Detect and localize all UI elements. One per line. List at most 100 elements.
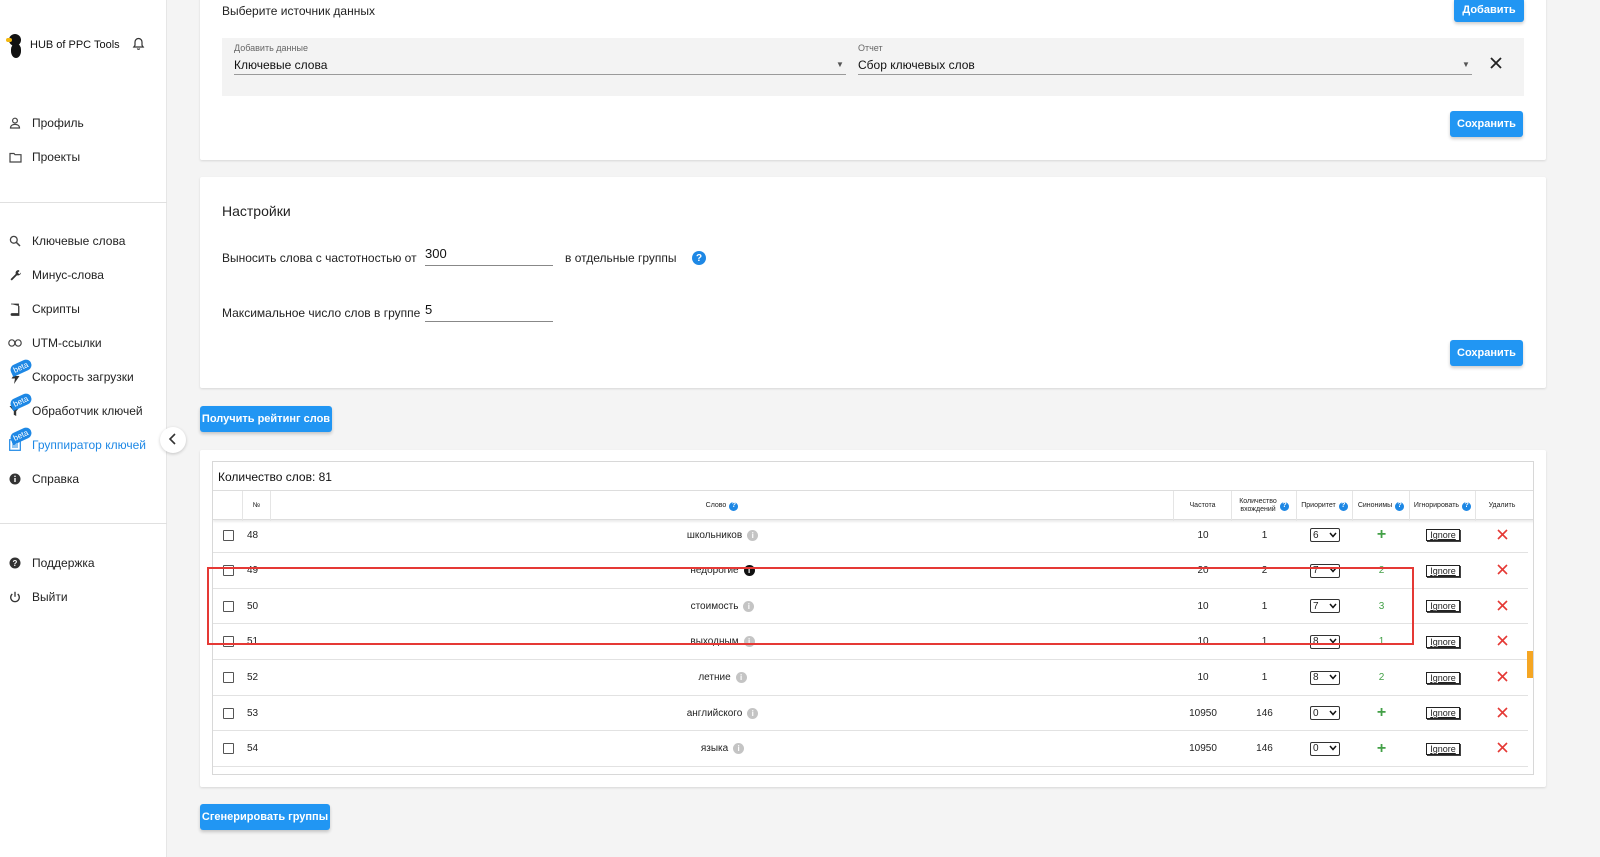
info-icon[interactable]: i <box>747 707 759 719</box>
info-icon[interactable]: i <box>743 600 755 612</box>
info-icon[interactable]: i <box>743 636 755 648</box>
nav-bottom-item-1[interactable]: Выйти <box>0 580 167 614</box>
generate-groups-button[interactable]: Сгенерировать группы <box>200 804 330 830</box>
row-checkbox[interactable] <box>222 707 234 719</box>
nav-tool-item-1[interactable]: Минус-слова <box>0 258 167 292</box>
row-synonyms[interactable]: 2 <box>1353 660 1410 695</box>
help-icon[interactable]: ? <box>1462 501 1472 511</box>
nav-tool-item-0[interactable]: Ключевые слова <box>0 224 167 258</box>
row-synonyms[interactable]: + <box>1353 518 1410 553</box>
row-checkbox[interactable] <box>222 636 234 648</box>
delete-icon[interactable] <box>1496 740 1508 757</box>
priority-select[interactable]: 7 <box>1310 599 1340 614</box>
add-button[interactable]: Добавить <box>1454 0 1524 22</box>
synonym-count[interactable]: 3 <box>1379 601 1385 612</box>
row-checkbox[interactable] <box>222 600 234 612</box>
delete-icon[interactable] <box>1496 633 1508 650</box>
ignore-button[interactable]: Ignore <box>1426 564 1460 577</box>
add-synonym-icon[interactable]: + <box>1377 704 1386 722</box>
header-priority[interactable]: Приоритет? <box>1297 491 1353 521</box>
header-num: № <box>243 491 271 521</box>
help-icon[interactable]: ? <box>692 251 706 265</box>
scrollbar-thumb[interactable] <box>1527 651 1533 678</box>
row-checkbox[interactable] <box>222 743 234 755</box>
delete-icon[interactable] <box>1496 598 1508 615</box>
nav-item-label: Скорость загрузки <box>32 370 134 384</box>
brand[interactable]: HUB of PPC Tools <box>6 32 145 58</box>
row-synonyms[interactable]: 2 <box>1353 553 1410 588</box>
nav-tool-item-5[interactable]: Обработчик ключей beta <box>0 391 167 428</box>
max-words-input[interactable]: 5 <box>425 302 553 322</box>
ignore-button[interactable]: Ignore <box>1426 742 1460 755</box>
info-icon[interactable]: i <box>747 529 759 541</box>
priority-select[interactable]: 8 <box>1310 670 1340 685</box>
row-priority-cell: 8 <box>1297 660 1353 695</box>
synonym-count[interactable]: 1 <box>1379 636 1385 647</box>
ignore-button[interactable]: Ignore <box>1426 671 1460 684</box>
penguin-logo-icon <box>6 32 24 58</box>
bell-icon[interactable] <box>132 37 145 54</box>
help-icon[interactable]: ? <box>1338 501 1348 511</box>
nav-top-item-0[interactable]: Профиль <box>0 106 167 140</box>
row-checkbox[interactable] <box>222 672 234 683</box>
priority-select[interactable]: 0 <box>1310 706 1340 721</box>
priority-select[interactable]: 0 <box>1310 741 1340 756</box>
add-synonym-icon[interactable]: + <box>1377 740 1386 758</box>
svg-text:?: ? <box>13 559 18 568</box>
get-rating-button[interactable]: Получить рейтинг слов <box>200 406 332 432</box>
caret-down-icon[interactable]: ▼ <box>836 60 844 69</box>
save-settings-button[interactable]: Сохранить <box>1450 340 1523 366</box>
freq-input[interactable]: 300 <box>425 246 553 266</box>
row-checkbox[interactable] <box>222 529 234 541</box>
synonym-count[interactable]: 2 <box>1379 565 1385 576</box>
row-synonyms[interactable]: + <box>1353 696 1410 731</box>
info-icon[interactable]: i <box>735 672 747 683</box>
report-select-value[interactable]: Сбор ключевых слов <box>858 58 975 72</box>
help-icon[interactable]: ? <box>729 501 739 511</box>
row-priority-cell: 0 <box>1297 731 1353 766</box>
help-icon[interactable]: ? <box>1280 501 1289 511</box>
priority-select[interactable]: 7 <box>1310 563 1340 578</box>
ignore-button[interactable]: Ignore <box>1426 600 1460 613</box>
save-source-button[interactable]: Сохранить <box>1450 111 1523 137</box>
row-word: школьников i <box>271 518 1174 553</box>
synonym-count[interactable]: 2 <box>1379 672 1385 683</box>
delete-icon[interactable] <box>1496 669 1508 686</box>
row-number: 49 <box>247 565 259 577</box>
header-word[interactable]: Слово? <box>271 491 1174 521</box>
info-icon[interactable]: i <box>743 565 755 577</box>
header-synonyms[interactable]: Синонимы? <box>1353 491 1410 521</box>
priority-select[interactable]: 8 <box>1310 634 1340 649</box>
row-synonyms[interactable]: 1 <box>1353 624 1410 659</box>
close-icon[interactable] <box>1490 56 1502 74</box>
nav-tool-item-3[interactable]: UTM-ссылки <box>0 326 167 360</box>
priority-value: 6 <box>1313 529 1319 541</box>
header-ignore-label: Игнорировать <box>1413 502 1460 509</box>
header-freq[interactable]: Частота <box>1174 491 1232 521</box>
row-checkbox[interactable] <box>222 565 234 577</box>
ignore-button[interactable]: Ignore <box>1426 635 1460 648</box>
delete-icon[interactable] <box>1496 705 1508 722</box>
add-synonym-icon[interactable]: + <box>1377 526 1386 544</box>
delete-icon[interactable] <box>1496 527 1508 544</box>
help-icon[interactable]: ? <box>1395 501 1405 511</box>
caret-down-icon[interactable]: ▼ <box>1462 60 1470 69</box>
info-icon[interactable]: i <box>733 743 745 755</box>
collapse-sidebar-button[interactable] <box>160 427 186 453</box>
nav-tool-item-7[interactable]: Справка <box>0 462 167 496</box>
data-select-value[interactable]: Ключевые слова <box>234 58 327 72</box>
nav-tool-item-4[interactable]: Скорость загрузки beta <box>0 357 167 394</box>
delete-icon[interactable] <box>1496 562 1508 579</box>
ignore-button[interactable]: Ignore <box>1426 707 1460 720</box>
header-ignore[interactable]: Игнорировать? <box>1410 491 1476 521</box>
row-synonyms[interactable]: 3 <box>1353 589 1410 624</box>
row-word: стоимость i <box>271 589 1174 624</box>
nav-bottom-item-0[interactable]: ? Поддержка <box>0 546 167 580</box>
row-synonyms[interactable]: + <box>1353 731 1410 766</box>
priority-select[interactable]: 6 <box>1310 528 1340 543</box>
ignore-button[interactable]: Ignore <box>1426 529 1460 542</box>
nav-tool-item-2[interactable]: Скрипты <box>0 292 167 326</box>
nav-top-item-1[interactable]: Проекты <box>0 140 167 174</box>
nav-tool-item-6[interactable]: Группиратор ключей beta <box>0 425 167 462</box>
header-occurrences[interactable]: Количество вхождений? <box>1232 491 1297 521</box>
